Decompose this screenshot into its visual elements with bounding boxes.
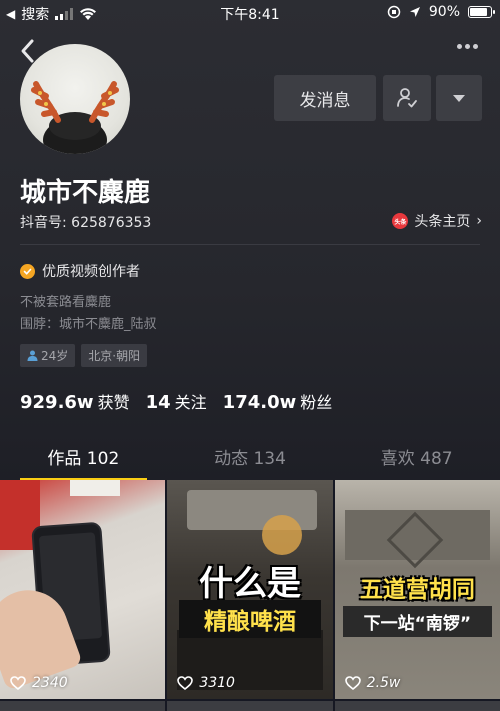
tab-likes[interactable]: 喜欢 487 [333,432,500,480]
location-tag: 北京·朝阳 [81,344,148,367]
stat-following[interactable]: 14 关注 [146,389,207,413]
follow-user-icon [397,88,417,108]
box-lid-decoration [70,480,120,496]
video-thumbnail[interactable] [0,701,166,711]
video-title-line-2: 精酿啤酒 [179,600,321,638]
toutiao-homepage-link[interactable]: 头条 头条主页 › [392,211,482,231]
video-thumbnail[interactable]: 什么是 精酿啤酒 3310 [167,480,333,699]
orientation-lock-icon [387,5,401,19]
age-tag-label: 24岁 [41,349,69,363]
douyin-id: 抖音号: 625876353 [20,215,152,231]
status-right: 90% [387,4,495,20]
tab-moments[interactable]: 动态 134 [167,432,334,480]
profile-tags: 24岁 北京·朝阳 [20,344,148,367]
verified-badge: 优质视频创作者 [20,261,140,281]
content-tabs: 作品 102 动态 134 喜欢 487 [0,432,500,480]
send-message-button[interactable]: 发消息 [274,75,376,121]
battery-icon [468,6,495,18]
stat-followers[interactable]: 174.0w 粉丝 [223,389,333,413]
age-tag: 24岁 [20,344,76,367]
video-title-line-1: 五道营胡同 [359,577,475,603]
video-title-line-1: 什么是 [198,564,301,604]
status-bar: ◀ 搜索 下午8:41 90% [0,0,500,26]
toutiao-label: 头条主页 [414,214,471,230]
bio-line-2: 围脖：城市不麋鹿_陆叔 [20,317,157,332]
video-thumbnail[interactable] [334,701,500,711]
profile-stats: 929.6w 获赞 14 关注 174.0w 粉丝 [20,389,332,413]
heart-icon [344,676,361,690]
video-thumbnail[interactable]: 2340 [0,480,166,699]
location-icon [409,7,420,17]
video-like-count: 2340 [10,675,68,691]
location-tag-label: 北京·朝阳 [88,349,141,363]
stat-likes-count: 929.6w [20,392,94,413]
chevron-right-icon: › [476,213,482,229]
follow-button[interactable] [383,75,431,121]
person-icon [27,350,38,361]
stat-followers-count: 174.0w [222,392,297,413]
more-icon[interactable] [457,44,478,49]
battery-fill [470,8,487,16]
antler-headband-image [31,81,119,154]
like-count-text: 2.5w [366,675,401,691]
verified-check-icon [20,263,35,279]
bio-line-1: 不被套路看麋鹿 [20,295,112,310]
video-like-count: 3310 [177,675,235,691]
more-options-dropdown[interactable] [436,75,482,121]
video-title-line-2: 下一站“南锣” [342,606,492,637]
stat-following-count: 14 [145,392,171,413]
stat-followers-label: 粉丝 [300,393,333,412]
like-count-text: 2340 [32,675,68,691]
stat-likes-label: 获赞 [97,393,130,412]
avatar[interactable] [20,44,130,154]
heart-icon [10,676,26,690]
video-like-count: 2.5w [344,675,401,691]
dropdown-icon [453,94,465,102]
beer-glass-decoration [262,515,303,555]
heart-icon [177,676,194,690]
video-thumbnail[interactable]: 五道营胡同 下一站“南锣” 2.5w [334,480,500,699]
verified-label: 优质视频创作者 [42,264,140,280]
stat-following-label: 关注 [174,393,207,412]
divider [20,244,480,245]
profile-nickname: 城市不麋鹿 [20,178,151,208]
video-grid-next-row [0,701,500,711]
video-thumbnail[interactable] [167,701,333,711]
toutiao-logo-icon: 头条 [392,213,409,229]
like-count-text: 3310 [199,675,235,691]
video-grid: 2340 什么是 精酿啤酒 3310 五道营胡同 下一站“南锣” 2.5w [0,480,500,711]
tab-works[interactable]: 作品 102 [0,432,167,480]
battery-percent: 90% [428,4,460,20]
stat-likes[interactable]: 929.6w 获赞 [20,389,130,413]
